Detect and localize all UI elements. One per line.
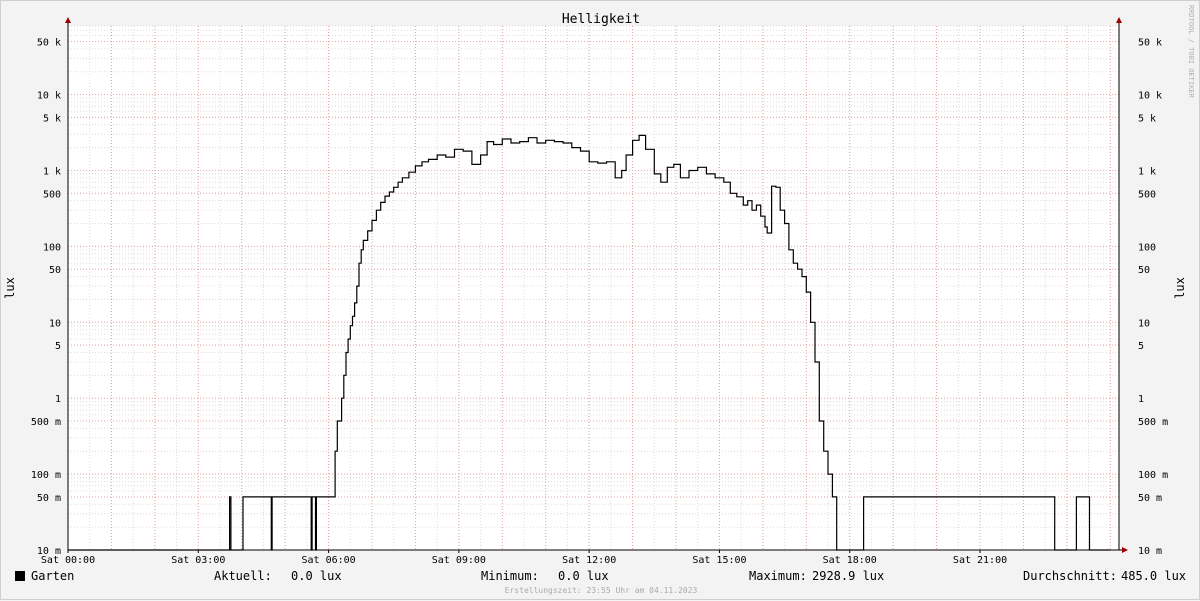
y-axis-label-left: lux — [3, 277, 17, 299]
legend-current-label: Aktuell: — [214, 569, 272, 583]
legend-avg-value: 485.0 lux — [1121, 569, 1186, 583]
creation-time-footer: Erstellungszeit: 23:55 Uhr am 04.11.2023 — [505, 586, 698, 595]
legend-avg-label: Durchschnitt: — [1023, 569, 1117, 583]
y-tick-label-left: 50 m — [37, 493, 61, 504]
y-axis-arrow-left — [65, 17, 71, 23]
y-tick-label-right: 10 k — [1138, 91, 1162, 102]
y-tick-label-right: 50 k — [1138, 37, 1162, 48]
x-tick-label: Sat 00:00 — [41, 555, 95, 566]
y-tick-label-left: 1 — [55, 394, 61, 405]
legend-series-name: Garten — [31, 569, 74, 583]
legend-current-value: 0.0 lux — [291, 569, 342, 583]
plot-area — [68, 26, 1119, 550]
y-tick-label-left: 50 k — [37, 37, 61, 48]
y-tick-label-left: 100 — [43, 242, 61, 253]
x-tick-label: Sat 06:00 — [301, 555, 355, 566]
y-tick-label-left: 10 k — [37, 91, 61, 102]
brightness-chart: 10 m 10 m50 m 50 m100 m 100 m500 m 500 m1 15 5… — [3, 5, 1195, 595]
y-tick-label-left: 5 — [55, 341, 61, 352]
graph-frame: 10 m 10 m 50 m 50 m 100 m 100 m 500 m 500 m1155… — [0, 0, 1200, 600]
y-tick-label-left: 5 k — [43, 113, 61, 124]
legend-swatch-garten — [15, 571, 25, 581]
y-tick-label-left: 500 — [43, 189, 61, 200]
y-tick-label-right: 500 — [1138, 189, 1156, 200]
y-tick-label-right: 5 — [1138, 341, 1144, 352]
y-tick-label-left: 50 — [49, 265, 61, 276]
legend-max-label: Maximum: — [749, 569, 807, 583]
legend-max-value: 2928.9 lux — [812, 569, 884, 583]
x-tick-label: Sat 18:00 — [823, 555, 877, 566]
y-tick-label-left: 1 k — [43, 166, 61, 177]
y-tick-label-right: 5 k — [1138, 113, 1156, 124]
x-tick-label: Sat 12:00 — [562, 555, 616, 566]
x-tick-label: Sat 21:00 — [953, 555, 1007, 566]
y-tick-label-left: 100 m — [31, 470, 61, 481]
y-tick-label-right: 10 m — [1138, 546, 1162, 557]
rrdtool-watermark: RRDTOOL / TOBI OETIKER — [1187, 5, 1195, 99]
y-tick-label-right: 50 — [1138, 265, 1150, 276]
x-tick-label: Sat 15:00 — [692, 555, 746, 566]
y-tick-label-right: 50 m — [1138, 493, 1162, 504]
y-tick-label-right: 500 m — [1138, 417, 1168, 428]
x-axis-arrow — [1122, 547, 1128, 553]
y-tick-label-left: 500 m — [31, 417, 61, 428]
y-axis-arrow-right — [1116, 17, 1122, 23]
y-tick-label-right: 100 — [1138, 242, 1156, 253]
x-tick-label: Sat 09:00 — [432, 555, 486, 566]
legend-min-label: Minimum: — [481, 569, 539, 583]
chart-title: Helligkeit — [562, 12, 640, 27]
y-axis-label-right: lux — [1173, 277, 1187, 299]
y-tick-label-left: 10 — [49, 318, 61, 329]
legend-min-value: 0.0 lux — [558, 569, 609, 583]
y-tick-label-right: 10 — [1138, 318, 1150, 329]
y-tick-label-right: 1 — [1138, 394, 1144, 405]
x-tick-label: Sat 03:00 — [171, 555, 225, 566]
y-tick-label-right: 1 k — [1138, 166, 1156, 177]
y-tick-label-right: 100 m — [1138, 470, 1168, 481]
